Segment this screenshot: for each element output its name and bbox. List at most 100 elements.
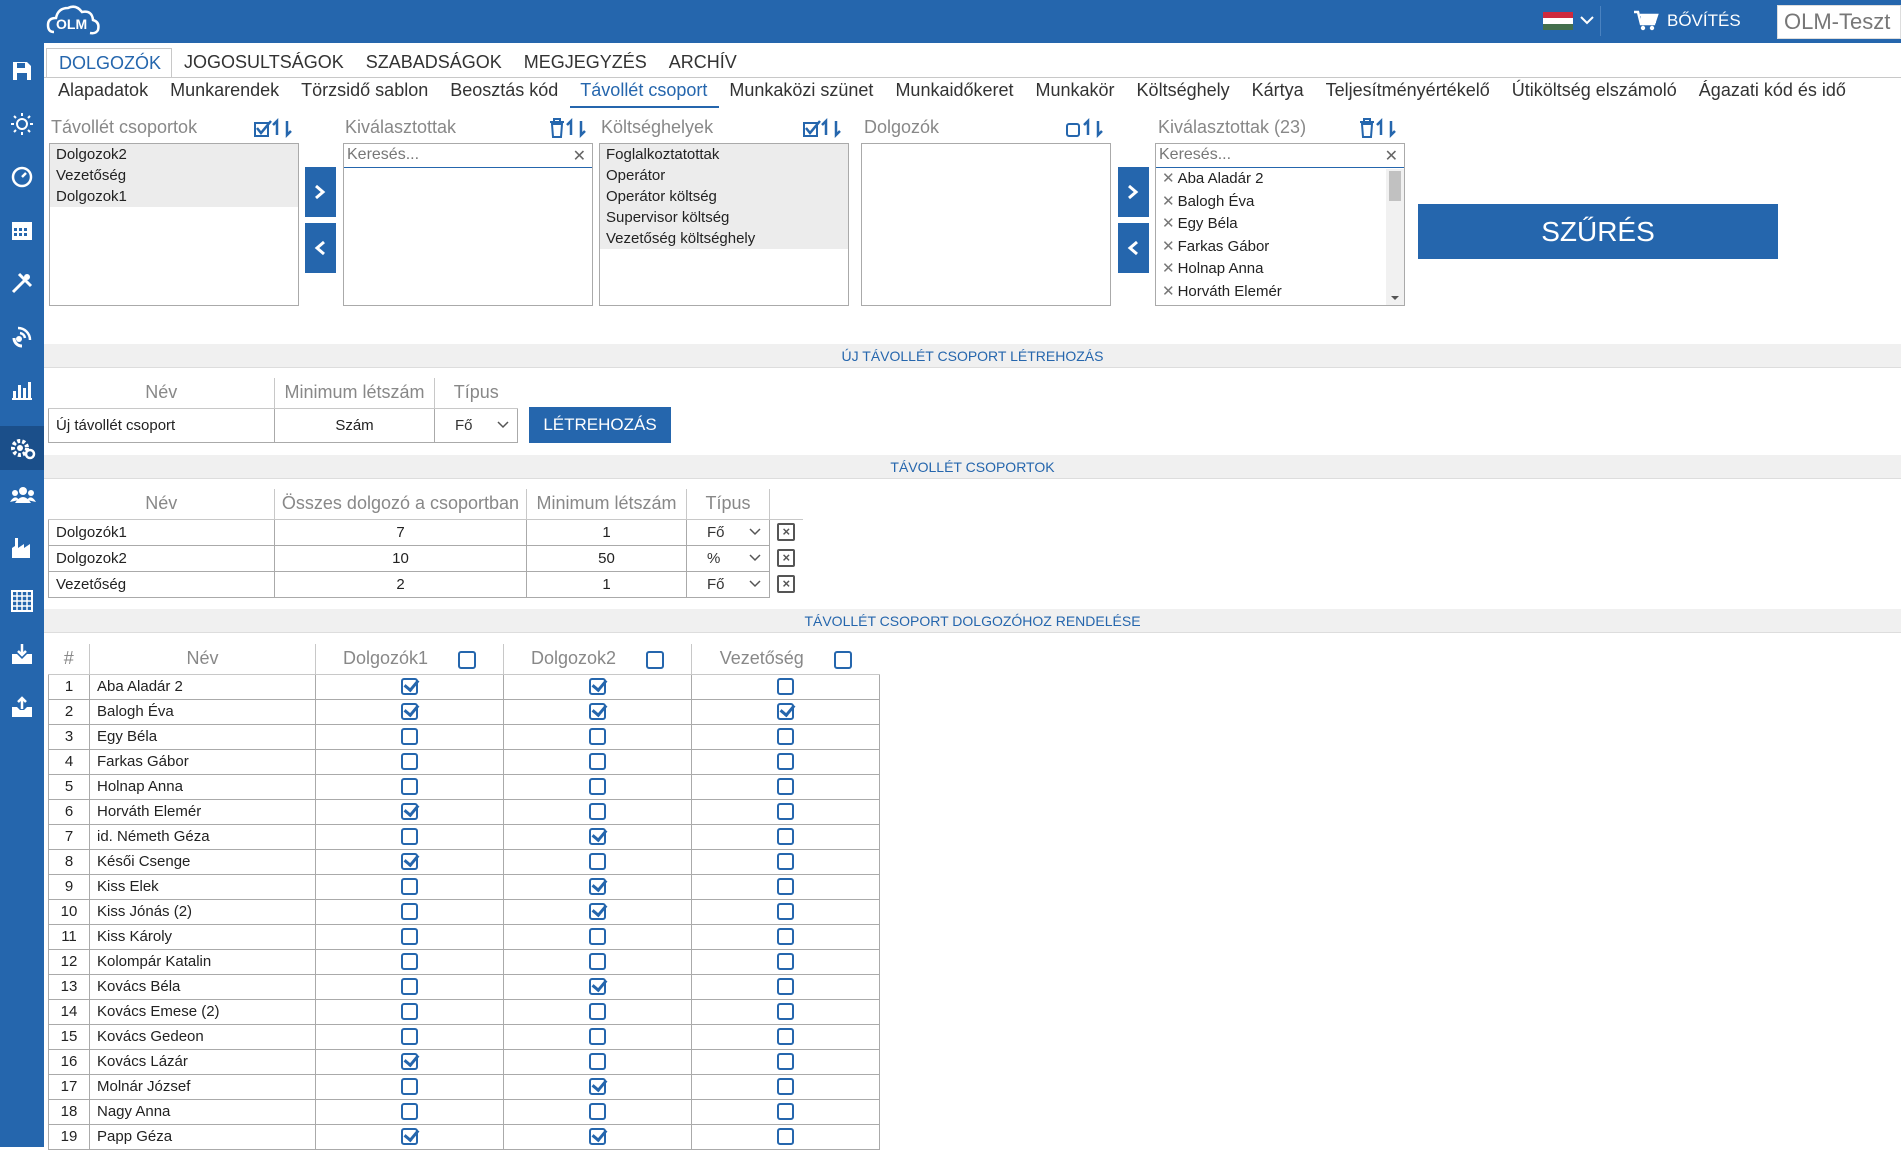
assignment-checkbox[interactable] [401, 803, 418, 821]
minimum-input[interactable]: Szám [274, 407, 435, 443]
assignment-checkbox[interactable] [777, 878, 794, 896]
assignment-checkbox[interactable] [777, 1103, 794, 1121]
employees-list[interactable] [861, 143, 1111, 306]
assignment-checkbox[interactable] [401, 1003, 418, 1021]
assignment-checkbox[interactable] [589, 928, 606, 946]
list-item[interactable]: ✕ Horváth Elemér [1156, 281, 1404, 304]
assignment-checkbox[interactable] [589, 1103, 606, 1121]
assignment-checkbox[interactable] [589, 1128, 606, 1146]
expand-button[interactable]: BŐVÍTÉS [1667, 11, 1741, 31]
assignment-checkbox[interactable] [777, 953, 794, 971]
list-item[interactable]: Dolgozok1 [50, 186, 298, 207]
upload-icon[interactable] [6, 691, 38, 723]
list-item[interactable]: Vezetőség [50, 165, 298, 186]
search-input[interactable]: Keresés... ✕ [1156, 144, 1404, 168]
assignment-checkbox[interactable] [589, 978, 606, 996]
assignment-checkbox[interactable] [401, 753, 418, 771]
subtab-munkakozi-szunet[interactable]: Munkaközi szünet [719, 80, 885, 108]
cost-centers-list[interactable]: Foglalkoztatottak Operátor Operátor költ… [599, 143, 849, 306]
satellite-icon[interactable] [6, 320, 38, 352]
assignment-checkbox[interactable] [401, 853, 418, 871]
users-icon[interactable] [6, 479, 38, 511]
download-icon[interactable] [6, 638, 38, 670]
assignment-checkbox[interactable] [401, 978, 418, 996]
assignment-checkbox[interactable] [401, 878, 418, 896]
assignment-checkbox[interactable] [777, 853, 794, 871]
remove-icon[interactable]: ✕ [1162, 238, 1175, 255]
delete-icon[interactable]: × [770, 545, 803, 571]
clear-icon[interactable]: ✕ [1385, 146, 1398, 166]
dashboard-icon[interactable] [6, 161, 38, 193]
assignment-checkbox[interactable] [589, 828, 606, 846]
type-select[interactable]: Fő [434, 407, 518, 443]
user-box[interactable]: OLM-Teszt [1777, 5, 1901, 39]
list-item[interactable]: Supervisor költség [600, 207, 848, 228]
list-item[interactable]: ✕ Farkas Gábor [1156, 236, 1404, 259]
list-item[interactable]: ✕ Holnap Anna [1156, 258, 1404, 281]
tools-icon[interactable] [6, 267, 38, 299]
list-item[interactable]: Operátor költség [600, 186, 848, 207]
subtab-utikoltseg-elszamolo[interactable]: Útiköltség elszámoló [1502, 80, 1689, 108]
assignment-checkbox[interactable] [777, 678, 794, 696]
move-left-button[interactable] [305, 223, 336, 273]
hungarian-flag-icon[interactable] [1543, 12, 1573, 30]
groups-list[interactable]: Dolgozok2 Vezetőség Dolgozok1 [49, 143, 299, 306]
type-select[interactable]: Fő [686, 570, 770, 598]
clear-icon[interactable]: ✕ [573, 146, 586, 166]
assignment-checkbox[interactable] [589, 953, 606, 971]
selected-employees-list[interactable]: Keresés... ✕ ✕ Aba Aladár 2 ✕ Balogh Éva ✕ E… [1155, 143, 1405, 306]
subtab-beosztas-kod[interactable]: Beosztás kód [440, 80, 570, 108]
subtab-teljesitmenyertekelo[interactable]: Teljesítményértékelő [1316, 80, 1502, 108]
tab-archiv[interactable]: ARCHÍV [657, 48, 747, 78]
type-select[interactable]: % [686, 544, 770, 572]
assignment-checkbox[interactable] [777, 1003, 794, 1021]
assignment-checkbox[interactable] [777, 1078, 794, 1096]
select-all-checkbox[interactable] [833, 650, 852, 669]
subtab-alapadatok[interactable]: Alapadatok [48, 80, 160, 108]
assignment-checkbox[interactable] [589, 853, 606, 871]
tab-dolgozok[interactable]: DOLGOZÓK [46, 48, 173, 78]
chevron-down-icon[interactable] [1580, 10, 1594, 33]
subtab-kartya[interactable]: Kártya [1242, 80, 1316, 108]
list-item[interactable]: ✕ Balogh Éva [1156, 191, 1404, 214]
list-item[interactable]: Dolgozok2 [50, 144, 298, 165]
group-minimum[interactable]: 1 [526, 518, 687, 546]
assignment-checkbox[interactable] [589, 1078, 606, 1096]
assignment-checkbox[interactable] [401, 903, 418, 921]
delete-icon[interactable]: × [770, 519, 803, 545]
filter-button[interactable]: SZŰRÉS [1418, 204, 1778, 259]
assignment-checkbox[interactable] [401, 678, 418, 696]
assignment-checkbox[interactable] [589, 1003, 606, 1021]
settings-icon[interactable] [0, 426, 44, 470]
assignment-checkbox[interactable] [777, 703, 794, 721]
assignment-checkbox[interactable] [589, 753, 606, 771]
assignment-checkbox[interactable] [589, 803, 606, 821]
subtab-agazati-kod[interactable]: Ágazati kód és idő [1689, 80, 1858, 108]
select-all-checkbox[interactable] [646, 650, 665, 669]
sun-icon[interactable] [6, 108, 38, 140]
group-name[interactable]: Dolgozók1 [48, 518, 275, 546]
assignment-checkbox[interactable] [777, 728, 794, 746]
scrollbar[interactable] [1386, 169, 1404, 305]
list-item[interactable]: ✕ Aba Aladár 2 [1156, 168, 1404, 191]
assignment-checkbox[interactable] [777, 1053, 794, 1071]
subtab-munkarendek[interactable]: Munkarendek [160, 80, 291, 108]
name-input[interactable]: Új távollét csoport [48, 407, 275, 443]
assignment-checkbox[interactable] [589, 1028, 606, 1046]
create-button[interactable]: LÉTREHOZÁS [529, 407, 671, 443]
move-right-button[interactable] [305, 167, 336, 217]
remove-icon[interactable]: ✕ [1162, 215, 1175, 232]
grid-icon[interactable] [6, 585, 38, 617]
remove-icon[interactable]: ✕ [1162, 170, 1175, 187]
assignment-checkbox[interactable] [401, 728, 418, 746]
assignment-checkbox[interactable] [777, 1128, 794, 1146]
assignment-checkbox[interactable] [589, 728, 606, 746]
olm-logo[interactable]: OLM [46, 2, 102, 38]
subtab-tavollet-csoport[interactable]: Távollét csoport [570, 80, 720, 108]
subtab-koltseghely[interactable]: Költséghely [1127, 80, 1242, 108]
remove-icon[interactable]: ✕ [1162, 193, 1175, 210]
subtab-torzsido-sablon[interactable]: Törzsidő sablon [291, 80, 440, 108]
assignment-checkbox[interactable] [401, 1078, 418, 1096]
assignment-checkbox[interactable] [777, 803, 794, 821]
assignment-checkbox[interactable] [589, 903, 606, 921]
